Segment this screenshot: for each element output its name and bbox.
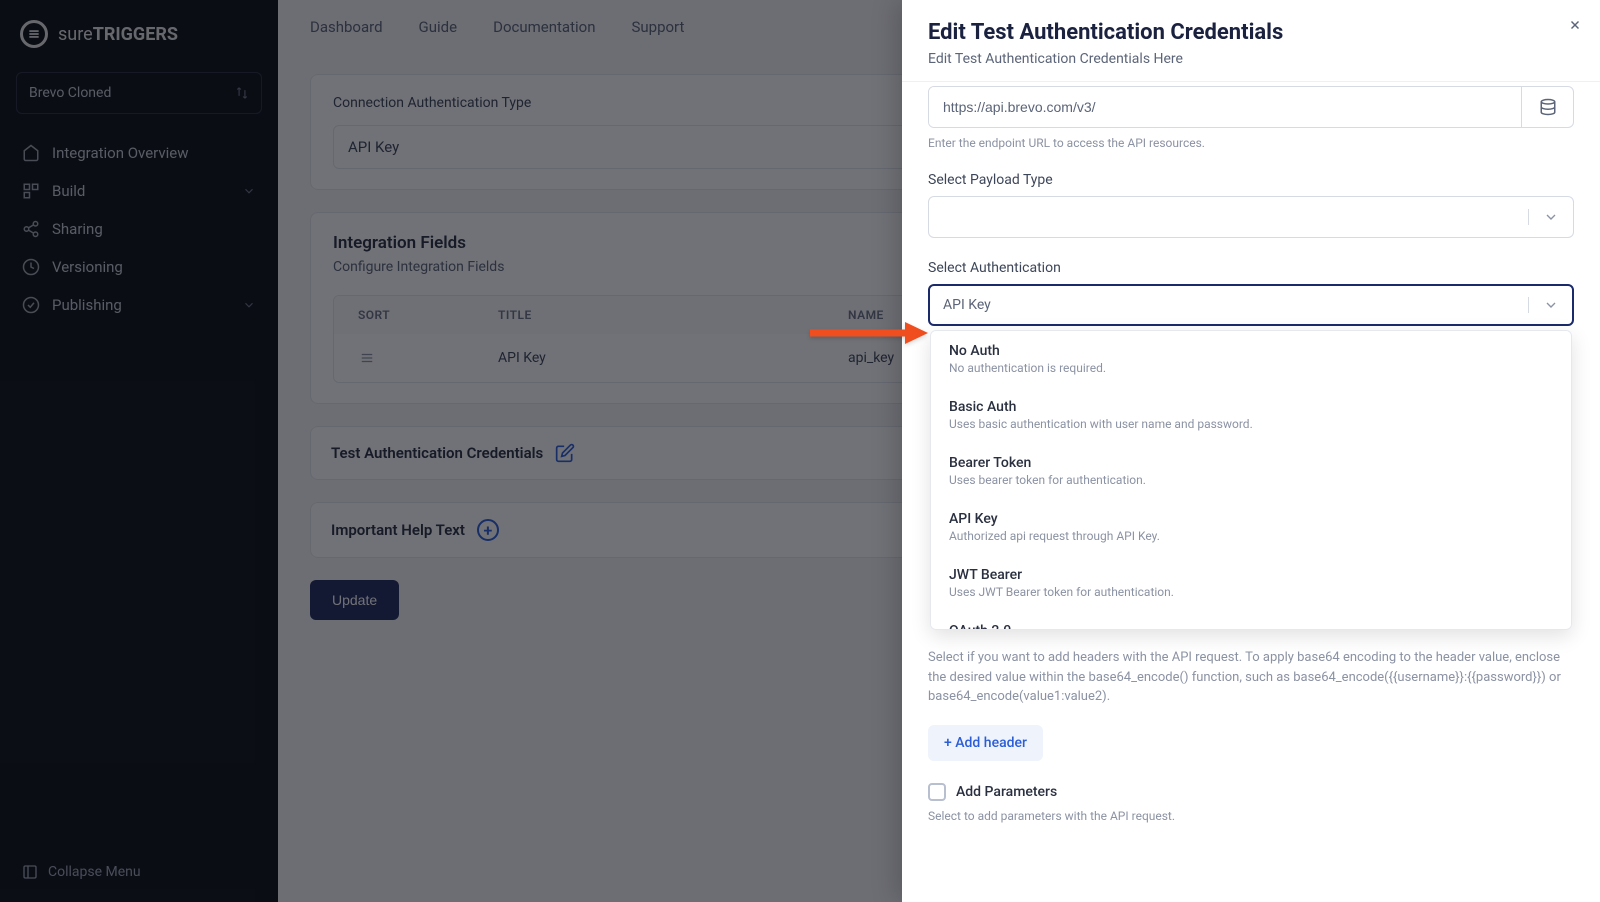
- auth-select[interactable]: API Key No Auth No authentication is req…: [928, 284, 1574, 326]
- database-icon[interactable]: [1521, 87, 1573, 127]
- add-params-checkbox[interactable]: [928, 783, 946, 801]
- payload-select[interactable]: [928, 196, 1574, 238]
- auth-option-no-auth[interactable]: No Auth No authentication is required.: [931, 331, 1571, 387]
- endpoint-input[interactable]: [929, 87, 1521, 127]
- auth-option-bearer-token[interactable]: Bearer Token Uses bearer token for authe…: [931, 443, 1571, 499]
- auth-option-jwt-bearer[interactable]: JWT Bearer Uses JWT Bearer token for aut…: [931, 555, 1571, 611]
- close-icon[interactable]: [1568, 18, 1582, 32]
- chevron-down-icon: [1528, 209, 1559, 225]
- endpoint-help: Enter the endpoint URL to access the API…: [928, 136, 1574, 150]
- drawer-title: Edit Test Authentication Credentials: [928, 20, 1574, 45]
- headers-help-text: Select if you want to add headers with t…: [928, 648, 1574, 707]
- annotation-arrow: [810, 320, 930, 346]
- endpoint-input-group: [928, 86, 1574, 128]
- auth-option-api-key[interactable]: API Key Authorized api request through A…: [931, 499, 1571, 555]
- auth-value: API Key: [943, 297, 991, 313]
- auth-dropdown: No Auth No authentication is required. B…: [930, 330, 1572, 630]
- auth-label: Select Authentication: [928, 260, 1574, 276]
- auth-option-oauth[interactable]: OAuth 2.0: [931, 611, 1571, 630]
- drawer-subtitle: Edit Test Authentication Credentials Her…: [928, 51, 1574, 67]
- edit-drawer: Edit Test Authentication Credentials Edi…: [902, 0, 1600, 902]
- add-parameters-row[interactable]: Add Parameters: [928, 783, 1574, 801]
- add-header-button[interactable]: + Add header: [928, 725, 1043, 761]
- add-params-label: Add Parameters: [956, 784, 1057, 800]
- chevron-down-icon: [1528, 297, 1559, 313]
- add-params-help: Select to add parameters with the API re…: [928, 809, 1574, 823]
- auth-option-basic-auth[interactable]: Basic Auth Uses basic authentication wit…: [931, 387, 1571, 443]
- payload-label: Select Payload Type: [928, 172, 1574, 188]
